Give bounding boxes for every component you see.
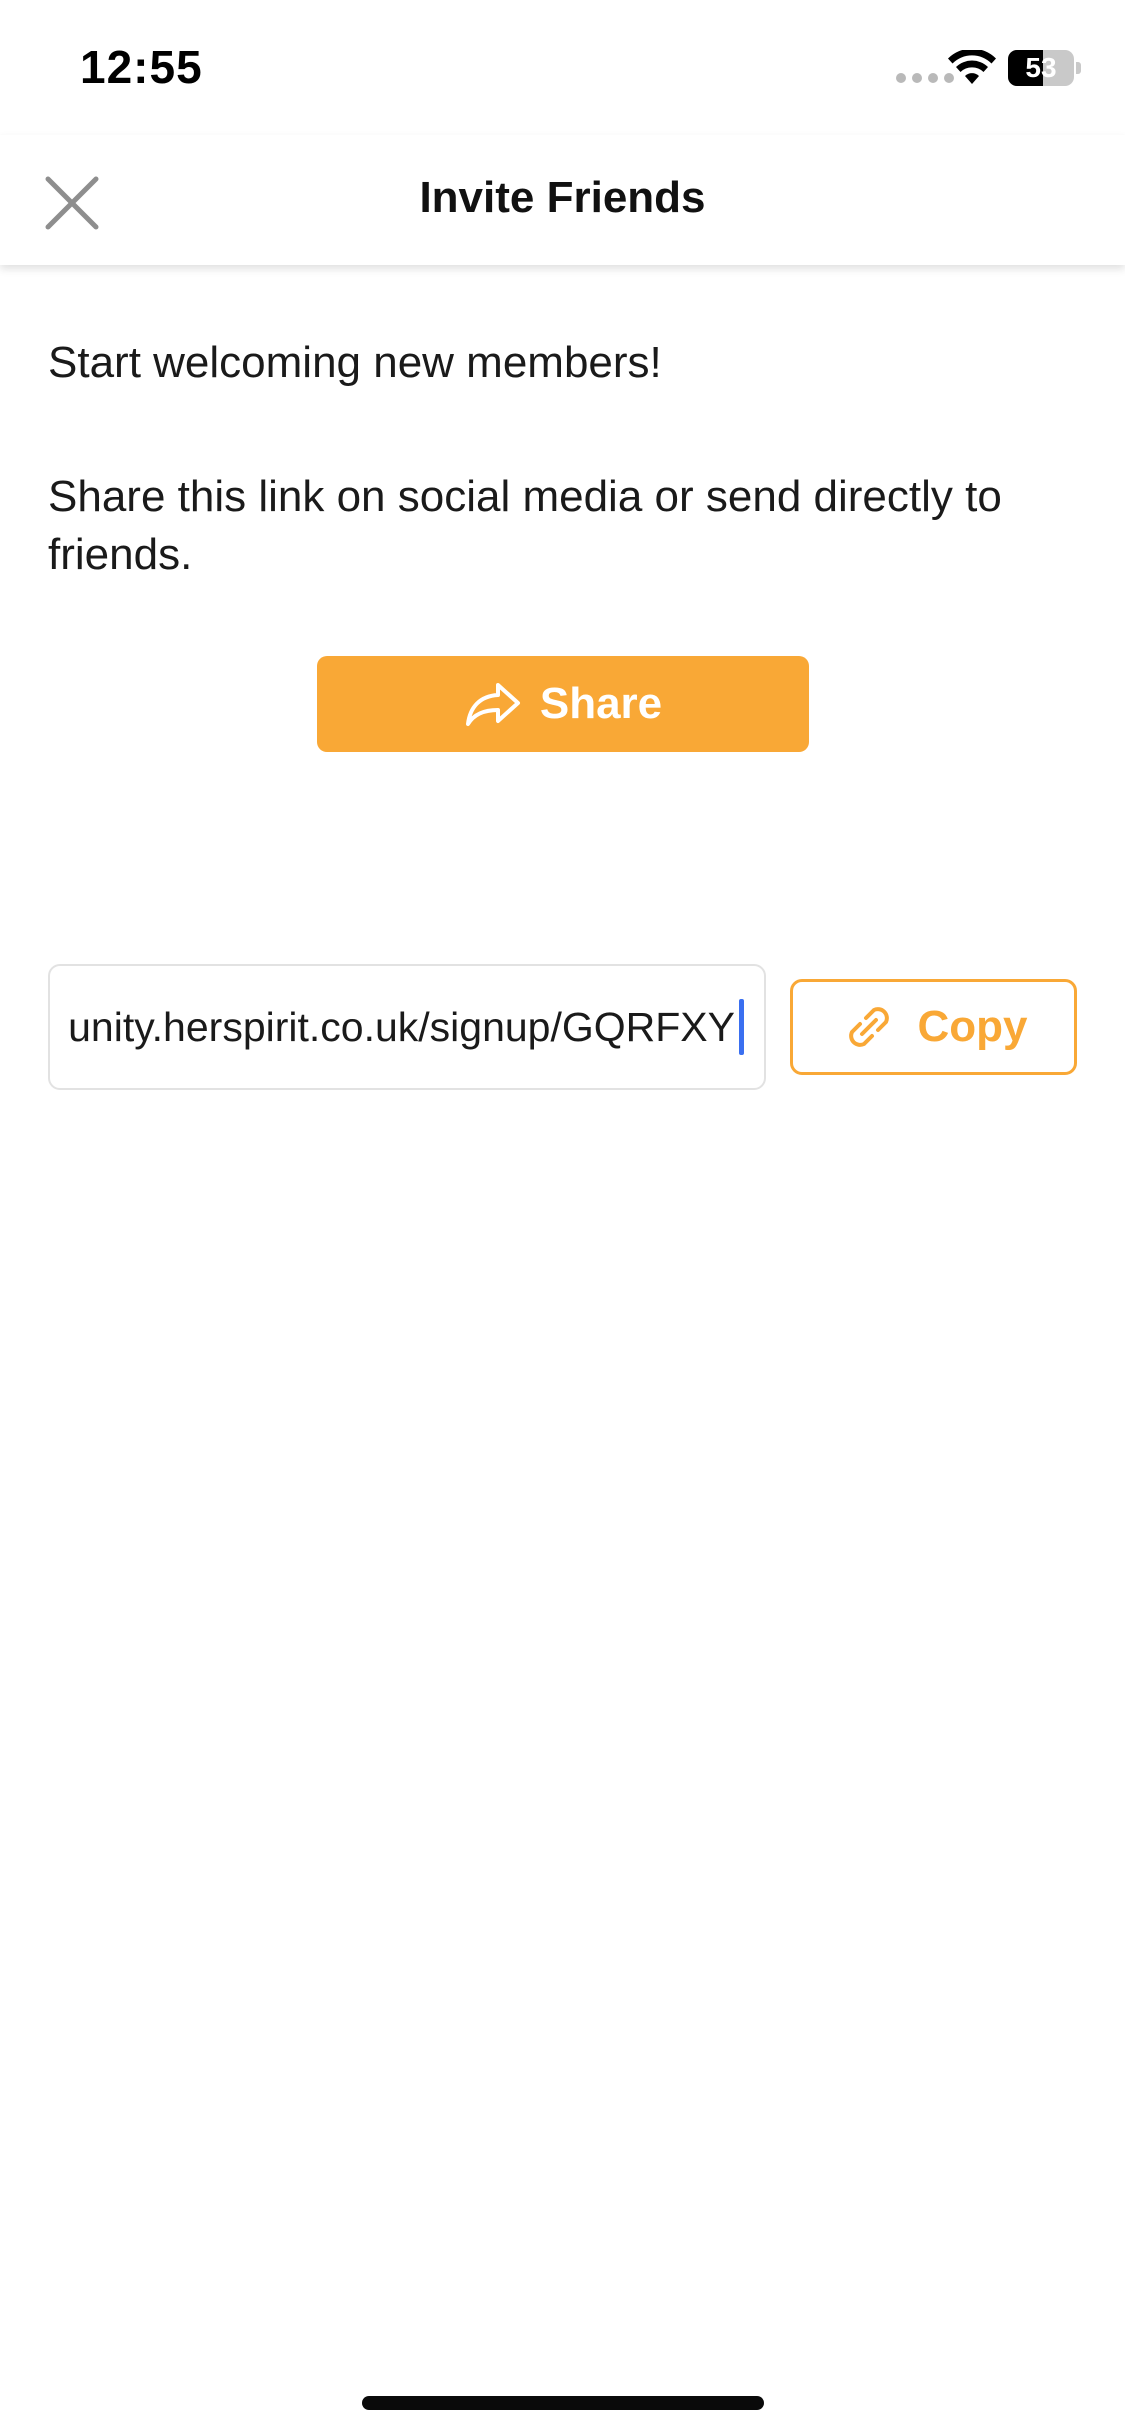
status-bar: 12:55 53	[0, 0, 1125, 135]
wifi-icon	[948, 50, 996, 84]
nav-header: Invite Friends	[0, 135, 1125, 265]
text-caret	[739, 999, 744, 1055]
cellular-signal-icon	[896, 73, 954, 83]
share-instructions: Share this link on social media or send …	[48, 472, 1002, 579]
status-time: 12:55	[80, 41, 203, 93]
intro-text: Start welcoming new members!	[48, 338, 662, 387]
battery-icon: 53	[1008, 50, 1082, 86]
share-button[interactable]: Share	[317, 656, 809, 752]
home-indicator[interactable]	[362, 2396, 764, 2410]
invite-link-field[interactable]: unity.herspirit.co.uk/signup/GQRFXY	[48, 964, 766, 1090]
battery-level: 53	[1025, 52, 1057, 83]
copy-button[interactable]: Copy	[790, 979, 1077, 1075]
share-arrow-icon	[465, 683, 520, 726]
page-title: Invite Friends	[419, 173, 706, 222]
link-icon	[848, 1007, 889, 1047]
invite-link-value: unity.herspirit.co.uk/signup/GQRFXY	[68, 1004, 735, 1050]
share-label: Share	[539, 679, 663, 728]
invite-friends-screen: 12:55 53 Invite Friends Start welcoming	[0, 0, 1125, 2436]
copy-label: Copy	[917, 1002, 1028, 1051]
